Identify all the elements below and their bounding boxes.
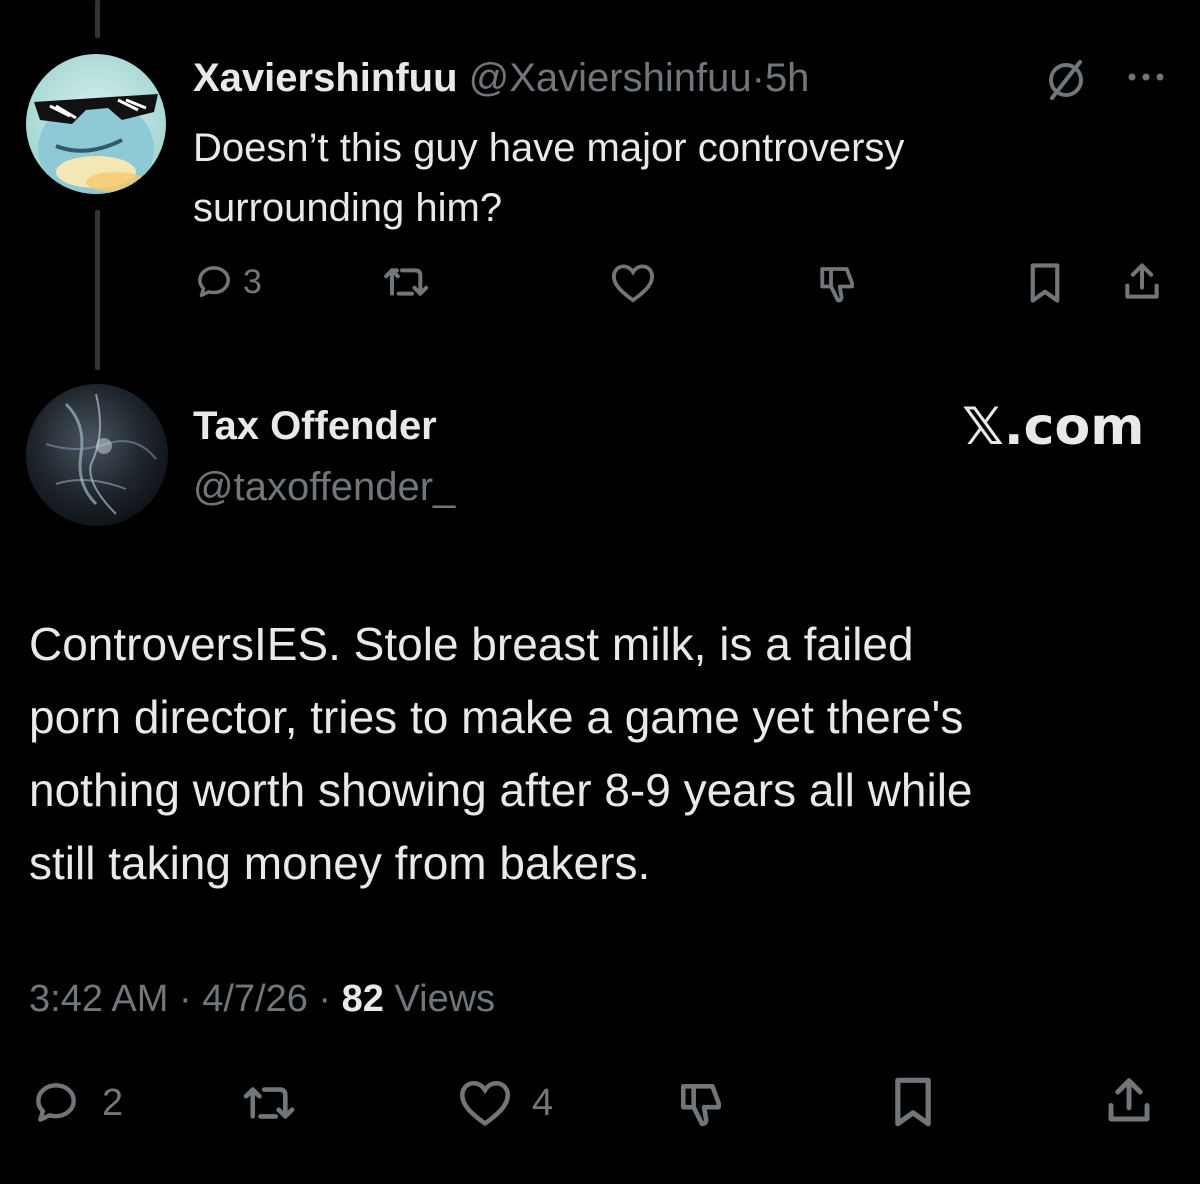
reply-time[interactable]: 5h [765, 56, 810, 100]
grok-icon[interactable] [1042, 58, 1090, 102]
main-text-line-2: porn director, tries to make a game yet … [29, 691, 964, 743]
tweet-date[interactable]: 4/7/26 [202, 978, 308, 1020]
reply-button[interactable]: 3 [193, 262, 262, 302]
avatar[interactable] [26, 384, 168, 526]
repost-button[interactable] [383, 262, 431, 302]
bookmark-button[interactable] [888, 1076, 938, 1128]
reply-button[interactable]: 2 [28, 1078, 123, 1128]
share-icon [1125, 263, 1159, 299]
like-button[interactable] [610, 262, 656, 304]
repost-icon [243, 1087, 295, 1119]
reply-count: 3 [243, 262, 262, 301]
reply-handle[interactable]: @Xaviershinfuu [469, 56, 752, 100]
like-icon [459, 1080, 511, 1127]
xcom-watermark: 𝕏.com [962, 397, 1145, 457]
reply-icon [36, 1083, 76, 1122]
meta-separator: · [178, 978, 192, 1020]
tweet-time[interactable]: 3:42 AM [29, 978, 168, 1020]
views-label[interactable]: Views [394, 978, 495, 1020]
more-icon[interactable] [1124, 62, 1168, 92]
reply-count: 2 [102, 1081, 124, 1124]
main-display-name[interactable]: Tax Offender [193, 403, 437, 449]
thread-line-top [95, 0, 100, 38]
reply-display-name[interactable]: Xaviershinfuu [193, 56, 458, 100]
dislike-icon [820, 267, 854, 303]
like-icon [611, 264, 655, 303]
main-text-line-1: ControversIES. Stole breast milk, is a f… [29, 618, 914, 670]
main-text-line-4: still taking money from bakers. [29, 837, 651, 889]
views-count[interactable]: 82 [342, 978, 384, 1020]
reply-text-line-2: surrounding him? [193, 186, 503, 230]
bookmark-button[interactable] [1025, 262, 1065, 304]
repost-icon [384, 268, 429, 296]
main-text-line-3: nothing worth showing after 8-9 years al… [29, 764, 973, 816]
like-count: 4 [532, 1081, 554, 1124]
share-button[interactable] [1100, 1074, 1158, 1128]
dislike-icon [680, 1084, 721, 1127]
thread-line-bottom [95, 210, 100, 370]
squirtle-sunglasses-avatar-icon [26, 54, 166, 194]
dislike-button[interactable] [816, 262, 860, 304]
like-button[interactable]: 4 [456, 1078, 553, 1128]
reply-icon [198, 266, 230, 298]
meta-separator: · [318, 978, 332, 1020]
share-icon [1108, 1078, 1150, 1122]
bookmark-icon [895, 1077, 931, 1127]
main-handle[interactable]: @taxoffender_ [193, 464, 455, 510]
dark-forest-avatar-icon [26, 384, 168, 526]
repost-button[interactable] [240, 1080, 300, 1126]
avatar[interactable] [26, 54, 166, 194]
reply-text-line-1: Doesn’t this guy have major controversy [193, 126, 905, 170]
share-button[interactable] [1118, 260, 1166, 304]
dislike-button[interactable] [675, 1078, 729, 1128]
bookmark-icon [1030, 263, 1060, 303]
reply-separator: · [751, 56, 765, 100]
